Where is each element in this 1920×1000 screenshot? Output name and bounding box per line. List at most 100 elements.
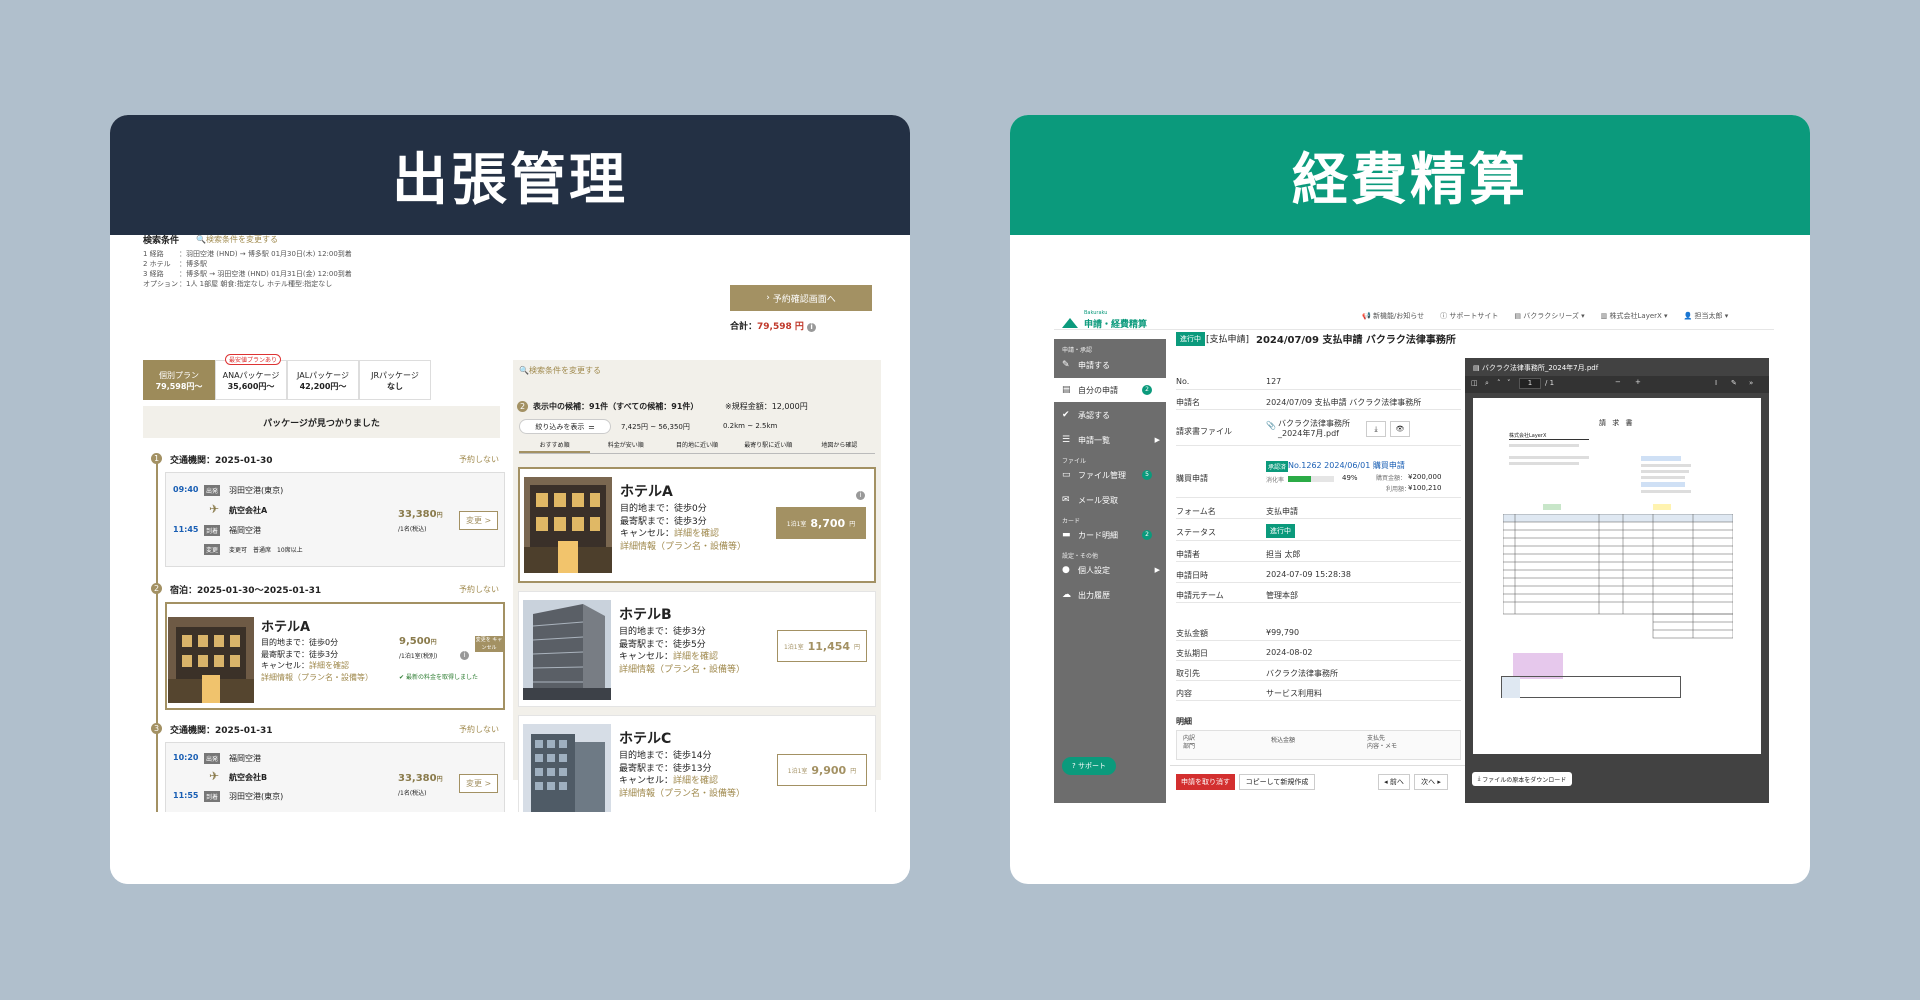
support-button[interactable]: ? サポート xyxy=(1062,757,1116,775)
sidebar-item-personal-settings[interactable]: ● 個人設定 ▶ xyxy=(1054,558,1166,582)
hotel-card[interactable]: ホテルA 目的地まで：徒歩0分 最寄駅まで：徒歩3分 キャンセル：詳細を確認 詳… xyxy=(518,467,876,583)
sidebar-item-my-requests[interactable]: ▤ 自分の申請 2 xyxy=(1054,378,1166,402)
skip-booking-link[interactable]: 予約しない xyxy=(459,454,499,465)
select-hotel-price-button[interactable]: 1泊1室 8,700 円 xyxy=(776,507,866,539)
hotel-name: ホテルB xyxy=(619,607,672,623)
tab-price: なし xyxy=(387,382,403,391)
sidebar-item-request-list[interactable]: ☰ 申請一覧 ▶ xyxy=(1054,428,1166,452)
tab-individual-plan[interactable]: 個別プラン 79,598円〜 xyxy=(143,360,215,400)
tab-jal-package[interactable]: JALパッケージ 42,200円〜 xyxy=(287,360,359,400)
selected-hotel-card[interactable]: ホテルA 目的地まで：徒歩0分 最寄駅まで：徒歩3分 キャンセル：詳細を確認 詳… xyxy=(165,602,505,710)
field-label: フォーム名 xyxy=(1176,507,1216,516)
sort-tab-nearest-station[interactable]: 最寄り駅に近い順 xyxy=(733,440,804,453)
sidebar: 申請・承認 ✎ 申請する ▤ 自分の申請 2 ✔ 承認する ☰ 申請一覧 ▶ ファイル ▭ フ… xyxy=(1054,339,1166,803)
change-flight-button[interactable]: 変更 > xyxy=(459,774,499,793)
skip-booking-link[interactable]: 予約しない xyxy=(459,584,499,595)
highlight-block xyxy=(1641,456,1681,461)
withdraw-request-button[interactable]: 申請を取り消す xyxy=(1176,774,1235,790)
hotel-detail-link[interactable]: 詳細情報（プラン名・設備等） xyxy=(620,541,746,554)
topbar-divider xyxy=(1054,329,1774,330)
preview-eye-icon[interactable]: 👁 xyxy=(1390,421,1410,437)
page-number-input[interactable]: 1 xyxy=(1519,378,1541,389)
next-button[interactable]: 次へ ▸ xyxy=(1414,774,1448,790)
field-label: 申請元チーム xyxy=(1176,591,1224,600)
news-label: 新機能/お知らせ xyxy=(1372,312,1425,320)
series-menu[interactable]: ▤ バクラクシリーズ ▾ xyxy=(1514,311,1584,321)
select-hotel-price-button[interactable]: 1泊1室 9,900 円 xyxy=(777,754,867,786)
hotel-detail-link[interactable]: 詳細情報（プラン名・設備等） xyxy=(261,672,373,684)
info-icon[interactable]: i xyxy=(460,651,469,660)
sidebar-item-apply[interactable]: ✎ 申請する xyxy=(1054,353,1166,377)
select-hotel-price-button[interactable]: 1泊1室 11,454 円 xyxy=(777,630,867,662)
sidebar-item-approve[interactable]: ✔ 承認する xyxy=(1054,403,1166,427)
divider xyxy=(1176,660,1461,661)
cheapest-plan-badge: 最安値プランあり xyxy=(225,354,282,365)
change-flight-button[interactable]: 変更 > xyxy=(459,511,499,530)
sort-tab-map[interactable]: 地図から確認 xyxy=(804,440,875,453)
sidebar-item-file-management[interactable]: ▭ ファイル管理 5 xyxy=(1054,463,1166,487)
company-menu[interactable]: ▥ 株式会社LayerX ▾ xyxy=(1601,311,1668,321)
tab-jr-package[interactable]: JRパッケージ なし xyxy=(359,360,431,400)
info-icon[interactable]: i xyxy=(807,323,817,332)
tab-ana-package[interactable]: ANAパッケージ 35,600円〜 xyxy=(215,360,287,400)
invoice-text-line xyxy=(1641,490,1691,493)
user-menu[interactable]: 👤 担当太郎 ▾ xyxy=(1684,311,1729,321)
text-cursor-icon[interactable]: I xyxy=(1715,379,1717,387)
invoice-file-link[interactable]: 📎 バクラク法律事務所_2024年7月.pdf xyxy=(1266,419,1358,439)
sidebar-item-card-statement[interactable]: ▬ カード明細 2 xyxy=(1054,523,1166,547)
airline-name: 航空会社B xyxy=(229,773,268,782)
step-badge: 2 xyxy=(517,401,528,412)
hotel-detail-link[interactable]: 詳細情報（プラン名・設備等） xyxy=(619,788,745,801)
sort-tab-cheapest[interactable]: 料金が安い順 xyxy=(590,440,661,453)
change-search-link[interactable]: 🔍検索条件を変更する xyxy=(519,365,601,376)
divider xyxy=(1176,518,1461,519)
field-value: 2024/07/09 支払申請 バクラク法律事務所 xyxy=(1266,398,1422,407)
divider xyxy=(1176,700,1461,701)
zoom-in-icon[interactable]: + xyxy=(1635,378,1641,386)
more-icon[interactable]: » xyxy=(1749,379,1753,387)
chevron-down-icon[interactable]: ˅ xyxy=(1507,379,1511,387)
confirm-booking-button[interactable]: › 予約確認画面へ xyxy=(730,285,872,311)
invoice-text-line xyxy=(1509,462,1579,465)
tab-price: 35,600円〜 xyxy=(227,382,275,391)
status-badge: 進行中 xyxy=(1266,524,1295,538)
hotel-cancel-link[interactable]: 詳細を確認 xyxy=(673,776,718,786)
field-label: 取引先 xyxy=(1176,669,1200,678)
hotel-cancel-link[interactable]: 詳細を確認 xyxy=(673,652,718,662)
download-icon[interactable]: ⤓ xyxy=(1366,421,1386,437)
arrival-tag: 到着 xyxy=(204,525,221,536)
flight-price: 33,380円 xyxy=(398,509,443,520)
pen-icon[interactable]: ✎ xyxy=(1731,379,1737,387)
flight-price-value: 33,380 xyxy=(398,773,437,784)
sidebar-item-mail-receive[interactable]: ✉ メール受取 xyxy=(1054,488,1166,512)
hotel-cancel-link[interactable]: 詳細を確認 xyxy=(674,529,719,539)
field-value: ¥99,790 xyxy=(1266,628,1300,637)
support-site-link[interactable]: ⓘ サポートサイト xyxy=(1440,311,1498,321)
download-original-button[interactable]: ⤓ ファイルの原本をダウンロード xyxy=(1472,772,1572,786)
hotel-card[interactable]: ホテルC 目的地まで：徒歩14分 最寄駅まで：徒歩13分 キャンセル：詳細を確認… xyxy=(518,715,876,827)
sidebar-item-export-history[interactable]: ☁ 出力履歴 xyxy=(1054,583,1166,607)
skip-booking-link[interactable]: 予約しない xyxy=(459,724,499,735)
search-icon[interactable]: ⌕ xyxy=(1485,379,1489,388)
chevron-up-icon[interactable]: ˄ xyxy=(1497,379,1501,387)
cancel-change-button[interactable]: 変更を キャンセル xyxy=(475,636,503,652)
filter-toggle-button[interactable]: 絞り込みを表示 ⚌ xyxy=(519,419,611,434)
zoom-out-icon[interactable]: − xyxy=(1615,378,1621,386)
change-search-link[interactable]: 🔍検索条件を変更する xyxy=(196,234,278,245)
prev-button[interactable]: ◂ 前へ xyxy=(1378,774,1410,790)
copy-new-button[interactable]: コピーして新規作成 xyxy=(1239,774,1315,790)
info-icon[interactable]: i xyxy=(856,491,865,500)
hotel-cancel-link[interactable]: 詳細を確認 xyxy=(309,661,349,670)
hotel-detail-link[interactable]: 詳細情報（プラン名・設備等） xyxy=(619,664,745,677)
sidebar-toggle-icon[interactable]: ◫ xyxy=(1471,379,1478,387)
sort-tab-nearest-destination[interactable]: 目的地に近い順 xyxy=(661,440,732,453)
hotel-card[interactable]: ホテルB 目的地まで：徒歩3分 最寄駅まで：徒歩5分 キャンセル：詳細を確認 詳… xyxy=(518,591,876,707)
credit-card-icon: ▬ xyxy=(1062,530,1071,540)
condition-value: ：博多駅 → 羽田空港 (HND) 01月31日(金) 12:00到着 xyxy=(179,270,352,278)
departure-time: 09:40 xyxy=(173,485,199,494)
sort-tab-recommended[interactable]: おすすめ順 xyxy=(519,440,591,453)
mail-icon: ✉ xyxy=(1062,495,1070,505)
purchase-request-link[interactable]: No.1262 2024/06/01 購買申請 xyxy=(1288,460,1405,471)
divider xyxy=(1170,765,1466,766)
news-link[interactable]: 📢 新機能/お知らせ xyxy=(1362,311,1424,321)
